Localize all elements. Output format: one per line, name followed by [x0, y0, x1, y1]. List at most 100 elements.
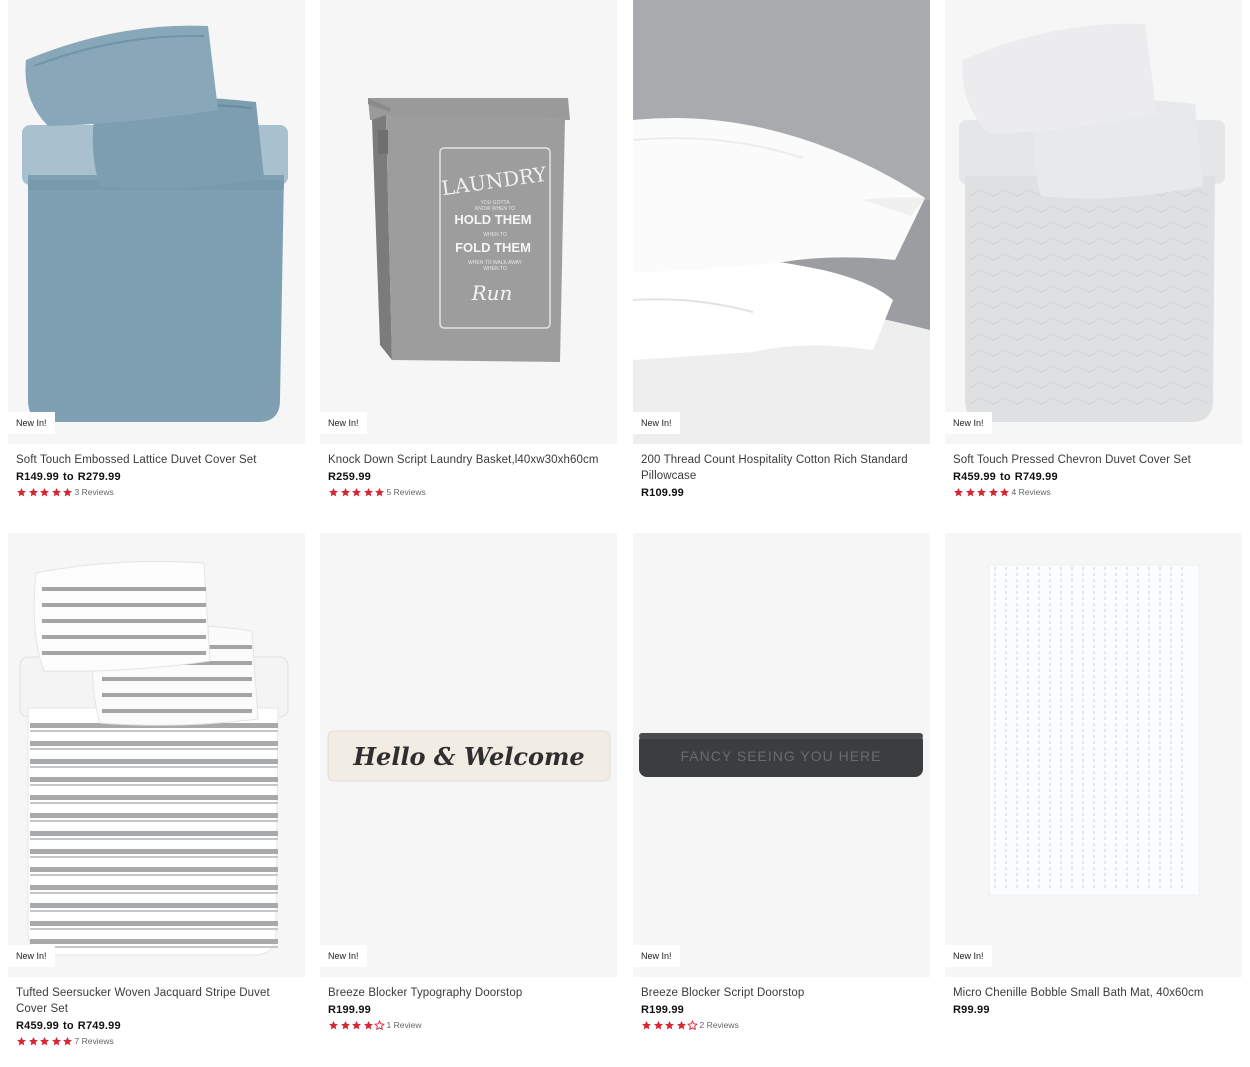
product-rating[interactable]: 5 Reviews: [328, 486, 608, 498]
product-image-art: Hello & Welcome: [327, 730, 611, 782]
product-image-art: [988, 564, 1200, 896]
star-filled-icon: [676, 1020, 686, 1029]
review-count[interactable]: 4 Reviews: [1012, 487, 1051, 497]
product-price: R459.99 to R749.99: [16, 1020, 296, 1032]
star-filled-icon: [17, 487, 26, 496]
product-title[interactable]: Soft Touch Embossed Lattice Duvet Cover …: [16, 452, 296, 468]
product-rating[interactable]: 7 Reviews: [16, 1035, 296, 1047]
price-separator: to: [1000, 471, 1011, 483]
product-info: 200 Thread Count Hospitality Cotton Rich…: [641, 452, 921, 499]
star-filled-icon: [40, 1036, 49, 1045]
product-image[interactable]: Hello & Welcome New In!: [320, 533, 617, 977]
price: R259.99: [328, 471, 371, 483]
star-filled-icon: [340, 1020, 350, 1029]
review-count[interactable]: 3 Reviews: [75, 487, 114, 497]
product-rating[interactable]: 2 Reviews: [641, 1019, 921, 1031]
price: R109.99: [641, 487, 684, 499]
svg-text:WHEN TO: WHEN TO: [483, 266, 507, 272]
star-filled-icon: [653, 1020, 663, 1029]
new-in-badge: New In!: [8, 412, 55, 434]
star-filled-icon: [63, 1036, 72, 1045]
rating-stars: [328, 1019, 386, 1031]
price: R99.99: [953, 1004, 990, 1016]
product-image-art: [633, 0, 930, 444]
rating-stars: [16, 487, 74, 498]
star-filled-icon: [329, 487, 338, 496]
product-image-art: [22, 25, 288, 422]
product-info: Breeze Blocker Typography Doorstop R199.…: [328, 985, 608, 1031]
product-image[interactable]: New In!: [8, 533, 305, 977]
review-count[interactable]: 2 Reviews: [700, 1020, 739, 1030]
product-title[interactable]: Breeze Blocker Typography Doorstop: [328, 985, 608, 1001]
price: R199.99: [328, 1004, 371, 1016]
new-in-badge: New In!: [945, 945, 992, 967]
product-grid: New In! Soft Touch Embossed Lattice Duve…: [0, 0, 1250, 1067]
svg-text:HOLD THEM: HOLD THEM: [454, 212, 531, 227]
product-image-art: [19, 560, 289, 956]
new-in-badge: New In!: [8, 945, 55, 967]
product-image[interactable]: LAUNDRY YOU GOTTA KNOW WHEN TO HOLD THEM…: [320, 0, 617, 444]
product-title[interactable]: Knock Down Script Laundry Basket,l40xw30…: [328, 452, 608, 468]
svg-text:Run: Run: [471, 281, 513, 305]
product-title[interactable]: Soft Touch Pressed Chevron Duvet Cover S…: [953, 452, 1233, 468]
star-filled-icon: [28, 1036, 38, 1045]
product-info: Micro Chenille Bobble Small Bath Mat, 40…: [953, 985, 1233, 1016]
star-filled-icon: [954, 487, 963, 496]
rating-stars: [328, 487, 386, 498]
review-count[interactable]: 1 Review: [387, 1020, 422, 1030]
product-info: Soft Touch Pressed Chevron Duvet Cover S…: [953, 452, 1233, 498]
price-from: R149.99: [16, 471, 59, 483]
star-filled-icon: [363, 487, 373, 496]
price-to: R749.99: [77, 1020, 121, 1032]
star-filled-icon: [665, 1020, 674, 1029]
rating-stars: [16, 1036, 74, 1047]
star-filled-icon: [363, 1020, 373, 1029]
star-filled-icon: [340, 487, 350, 496]
product-info: Knock Down Script Laundry Basket,l40xw30…: [328, 452, 608, 498]
price-to: R279.99: [77, 471, 121, 483]
price-to: R749.99: [1014, 471, 1058, 483]
product-info: Tufted Seersucker Woven Jacquard Stripe …: [16, 985, 296, 1047]
star-filled-icon: [51, 487, 61, 496]
product-image-art: FANCY SEEING YOU HERE: [639, 733, 923, 777]
star-filled-icon: [51, 1036, 61, 1045]
product-image[interactable]: New In!: [633, 0, 930, 444]
product-rating[interactable]: 4 Reviews: [953, 486, 1233, 498]
product-price: R259.99: [328, 471, 608, 483]
star-filled-icon: [988, 487, 998, 496]
price-from: R459.99: [953, 471, 996, 483]
new-in-badge: New In!: [320, 945, 367, 967]
star-filled-icon: [352, 487, 361, 496]
star-filled-icon: [965, 487, 975, 496]
product-image[interactable]: New In!: [945, 0, 1242, 444]
product-title[interactable]: Breeze Blocker Script Doorstop: [641, 985, 921, 1001]
product-title[interactable]: 200 Thread Count Hospitality Cotton Rich…: [641, 452, 921, 484]
product-title[interactable]: Tufted Seersucker Woven Jacquard Stripe …: [16, 985, 296, 1017]
star-filled-icon: [329, 1020, 338, 1029]
price-separator: to: [63, 471, 74, 483]
review-count[interactable]: 7 Reviews: [75, 1036, 114, 1046]
price: R199.99: [641, 1004, 684, 1016]
star-filled-icon: [375, 487, 384, 496]
product-price: R459.99 to R749.99: [953, 471, 1233, 483]
svg-text:WHEN TO: WHEN TO: [483, 232, 507, 238]
product-image[interactable]: New In!: [945, 533, 1242, 977]
review-count[interactable]: 5 Reviews: [387, 487, 426, 497]
product-rating[interactable]: 1 Review: [328, 1019, 608, 1031]
product-title[interactable]: Micro Chenille Bobble Small Bath Mat, 40…: [953, 985, 1233, 1001]
new-in-badge: New In!: [633, 412, 680, 434]
product-rating[interactable]: 3 Reviews: [16, 486, 296, 498]
product-image[interactable]: FANCY SEEING YOU HERE New In!: [633, 533, 930, 977]
new-in-badge: New In!: [945, 412, 992, 434]
star-filled-icon: [28, 487, 38, 496]
star-empty-icon: [687, 1019, 698, 1030]
svg-text:FANCY SEEING YOU HERE: FANCY SEEING YOU HERE: [681, 748, 882, 764]
product-image[interactable]: New In!: [8, 0, 305, 444]
product-price: R199.99: [641, 1004, 921, 1016]
new-in-badge: New In!: [320, 412, 367, 434]
price-separator: to: [63, 1020, 74, 1032]
product-info: Breeze Blocker Script Doorstop R199.99 2…: [641, 985, 921, 1031]
rating-stars: [953, 487, 1011, 498]
star-filled-icon: [977, 487, 986, 496]
star-filled-icon: [1000, 487, 1009, 496]
